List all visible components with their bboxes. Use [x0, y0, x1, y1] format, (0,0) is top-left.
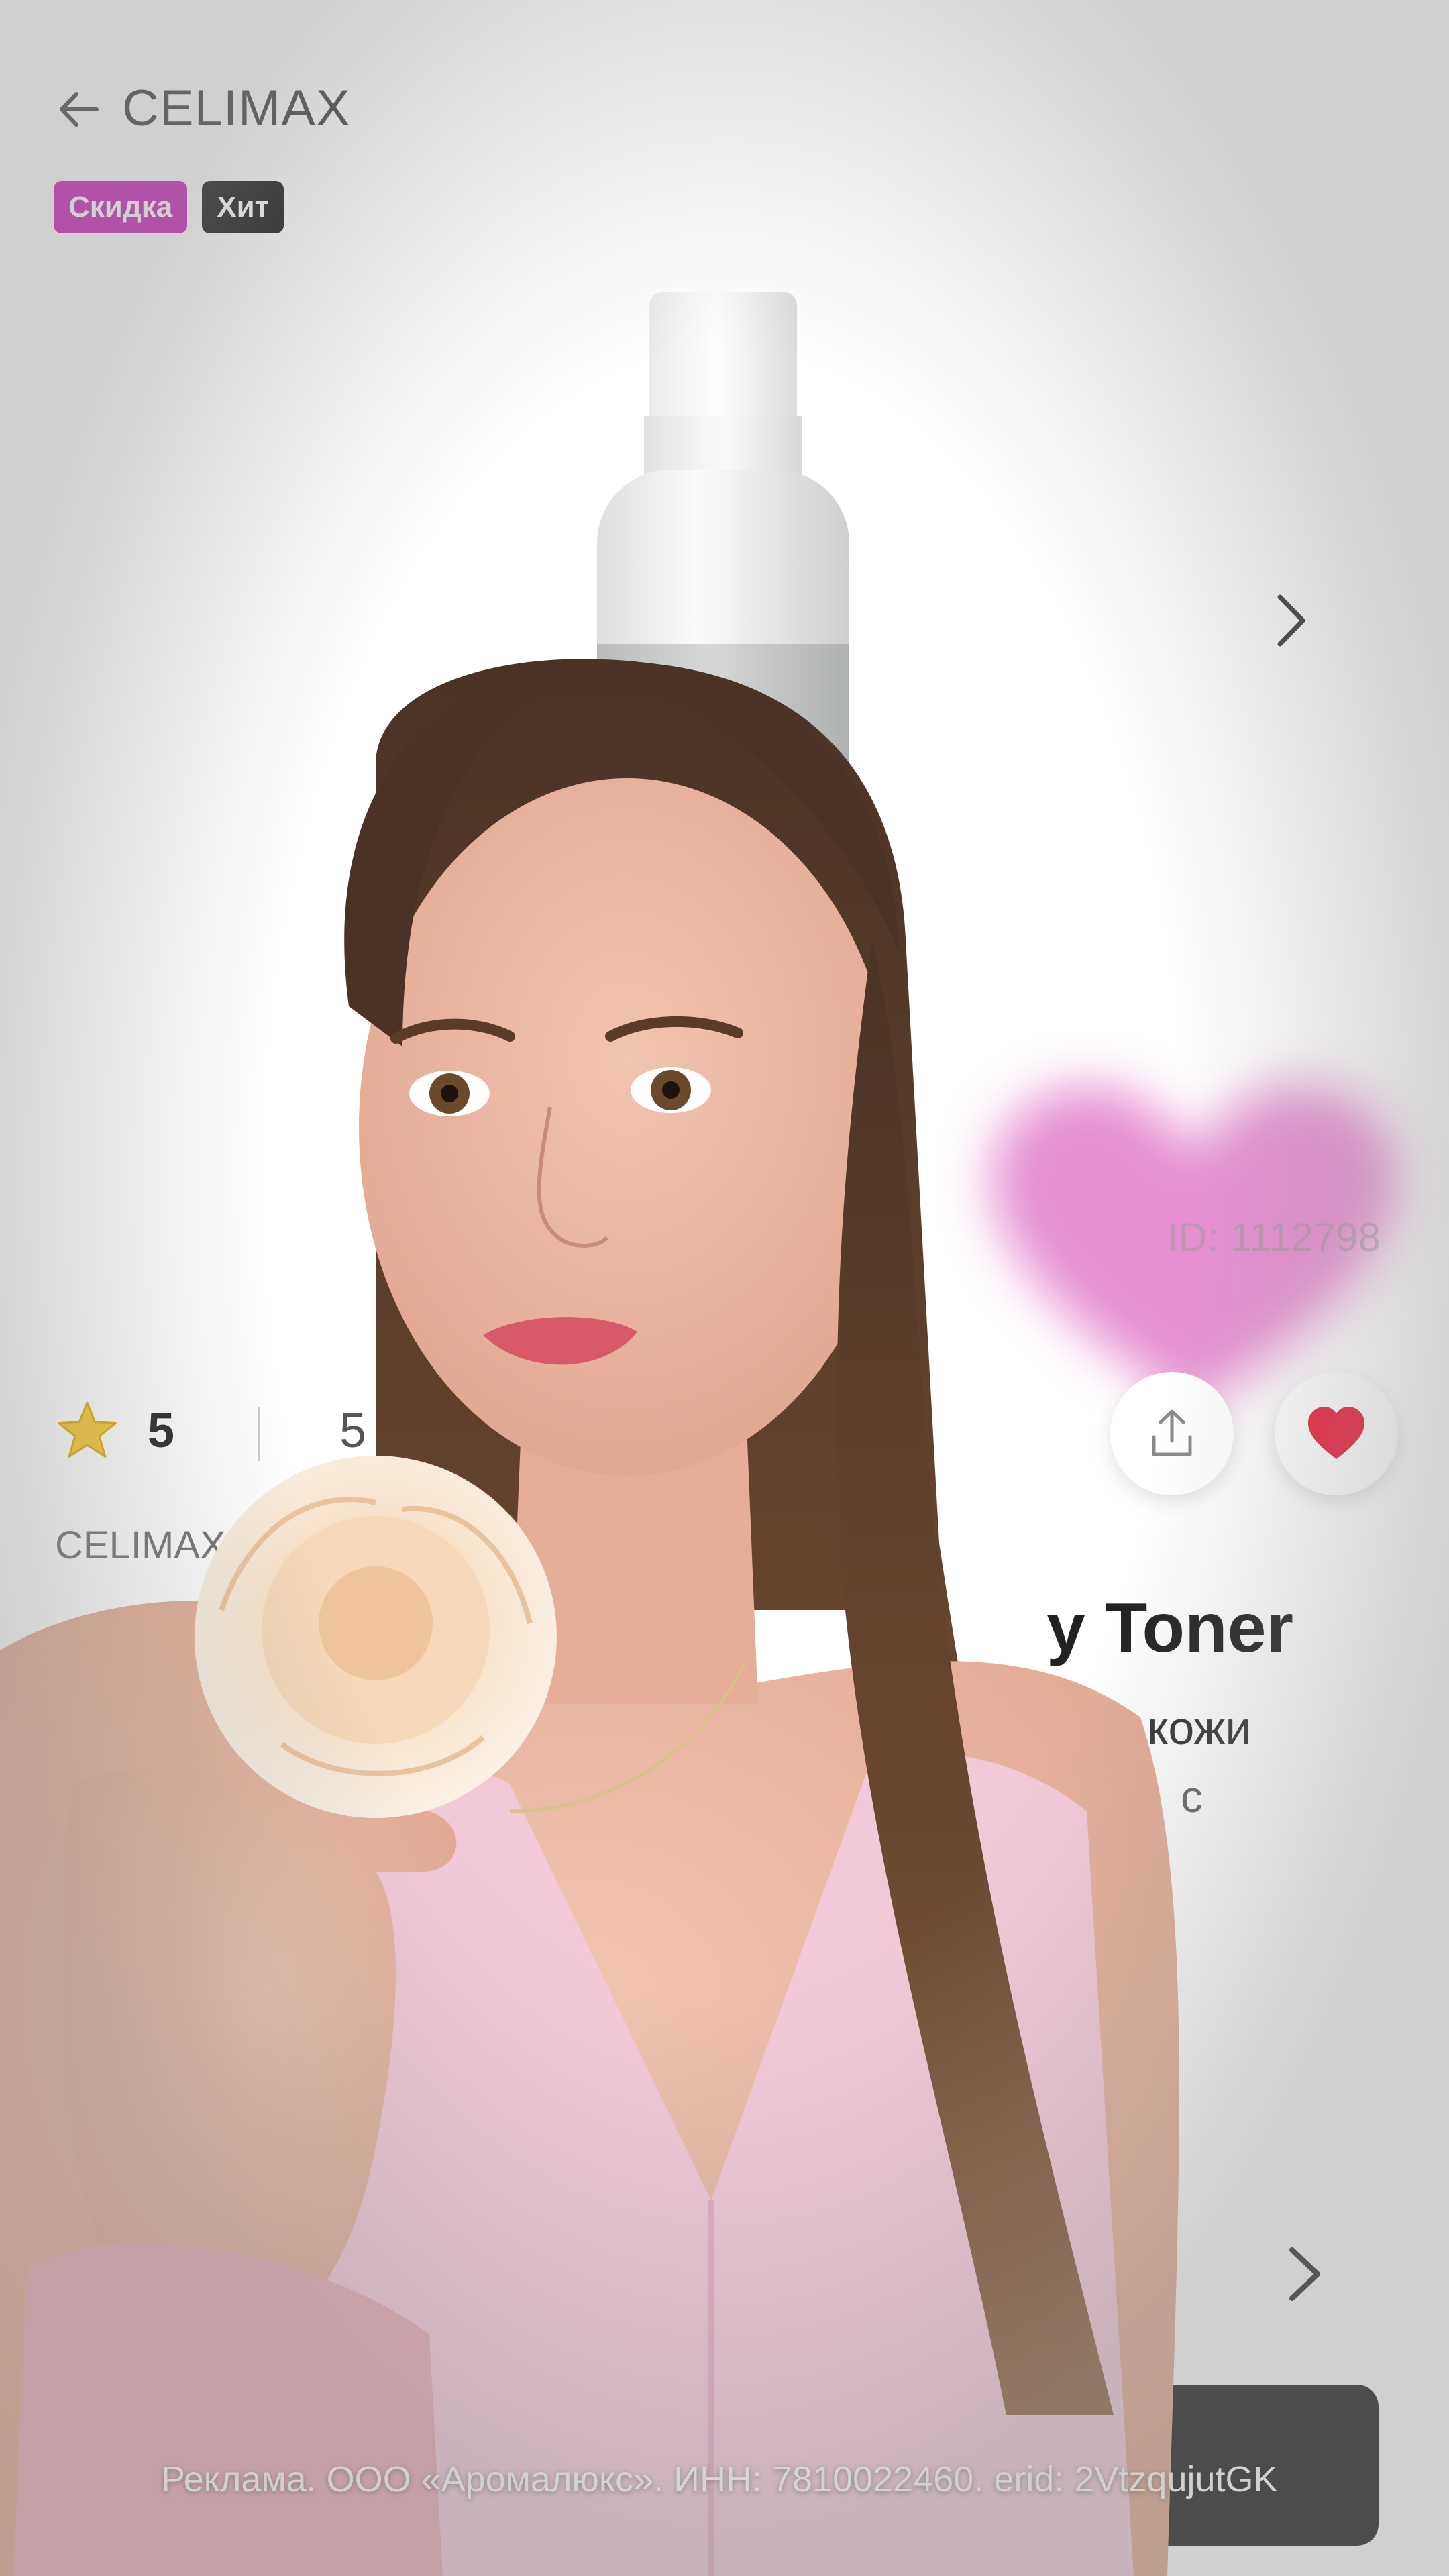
ad-disclaimer: Реклама. ООО «Аромалюкс». ИНН: 781002246… — [161, 2459, 1278, 2500]
presenter-video-overlay — [0, 659, 1179, 2576]
